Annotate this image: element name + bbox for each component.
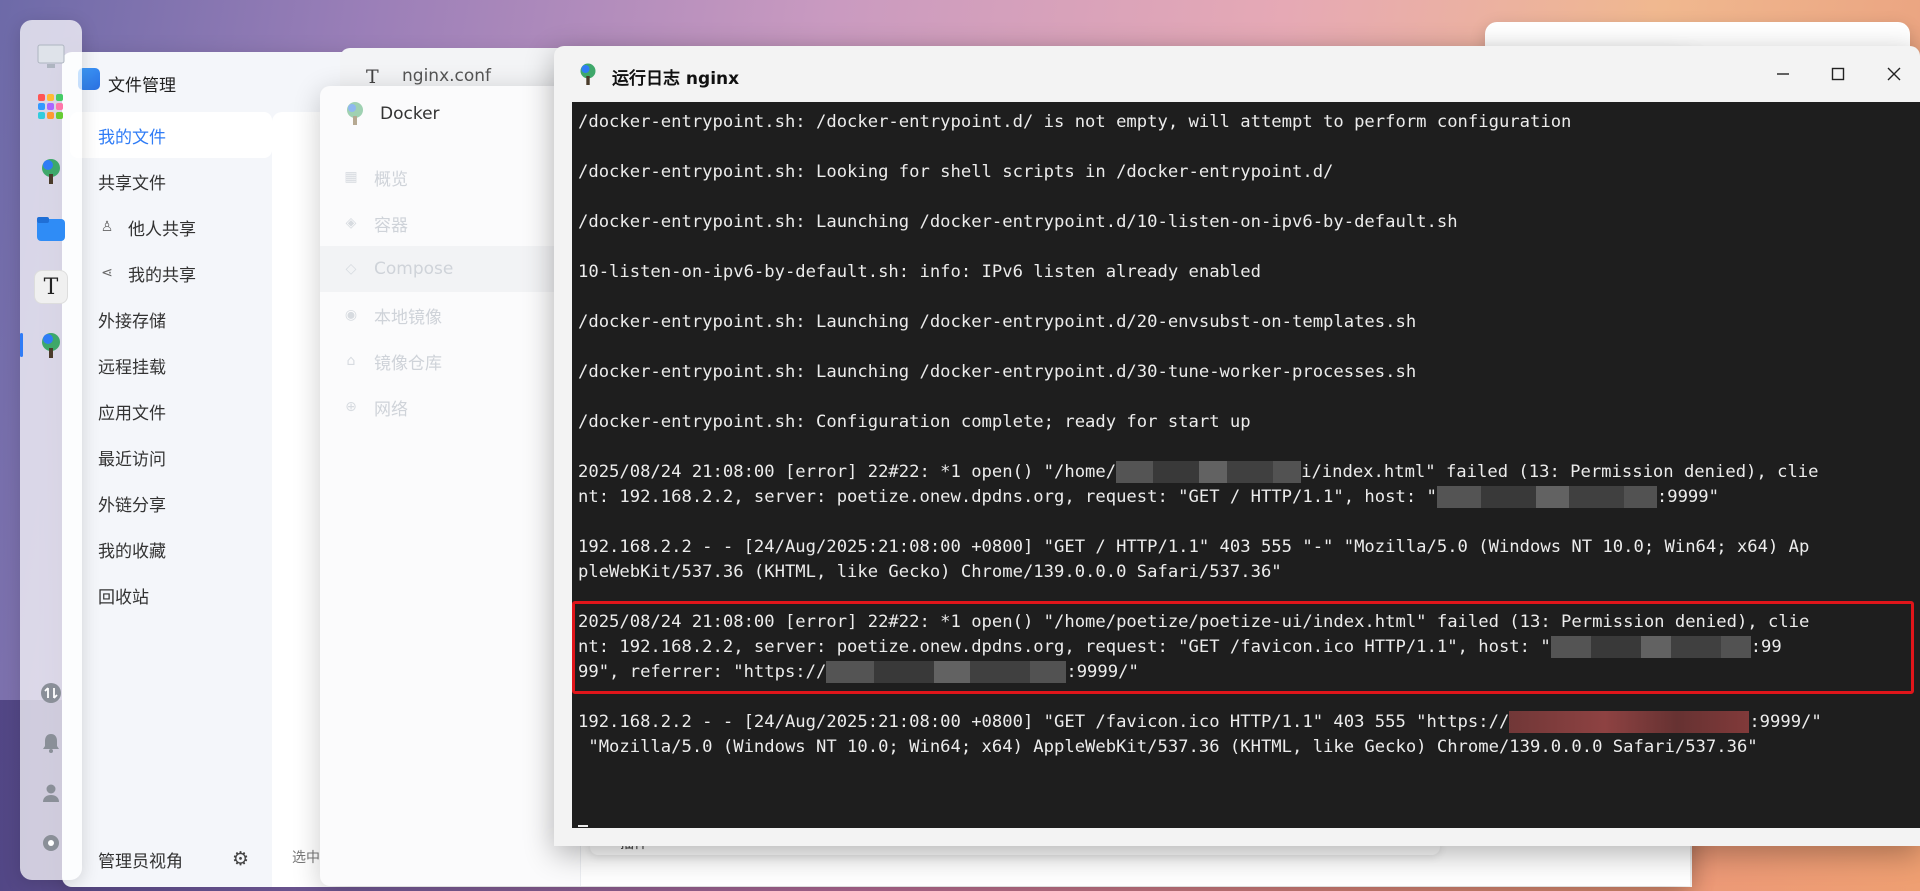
layers-icon: ◇ [345,261,357,277]
minimize-icon [1777,73,1789,75]
log-line: 10-listen-on-ipv6-by-default.sh: info: I… [578,262,1261,282]
docker-nav-overview[interactable]: ▦ 概览 [320,154,580,200]
log-line: pleWebKit/537.36 (KHTML, like Gecko) Chr… [578,562,1282,582]
log-line: 192.168.2.2 - - [24/Aug/2025:21:08:00 +0… [578,537,1810,557]
sidebar-item-my-files[interactable]: 我的文件 [70,112,272,158]
log-window-header: 运行日志 nginx [554,46,1920,102]
sidebar-item-external-storage[interactable]: 外接存储 [62,296,272,342]
globe-icon: ⊕ [345,399,357,415]
docker-window-title: Docker [380,104,440,124]
redacted-block [826,661,1067,683]
disc-icon: ◉ [344,307,358,323]
grid-icon: ▦ [344,169,358,185]
sidebar-item-shared-by-others[interactable]: ♙ 他人共享 [62,204,272,250]
docker-nav-compose[interactable]: ◇ Compose [320,246,580,292]
log-line: 99", referrer: "https://:9999/" [578,661,1139,683]
file-manager-sidebar: 我的文件 共享文件 ♙ 他人共享 ⋖ 我的共享 外接存储 远程挂载 应用文件 最近访… [62,112,272,618]
home-icon: ⌂ [346,353,356,369]
text-editor-icon[interactable]: T [34,270,68,304]
box-icon: ◈ [345,215,357,231]
selection-status: 选中 [292,850,320,866]
log-window-title: 运行日志 nginx [612,69,740,89]
log-line: 192.168.2.2 - - [24/Aug/2025:21:08:00 +0… [578,711,1822,733]
maximize-icon [1831,67,1845,81]
sidebar-item-link-shares[interactable]: 外链分享 [62,480,272,526]
sidebar-item-app-files[interactable]: 应用文件 [62,388,272,434]
log-line: /docker-entrypoint.sh: /docker-entrypoin… [578,112,1572,132]
transfer-icon[interactable] [38,680,64,706]
maximize-button[interactable] [1823,60,1853,88]
docker-running-icon[interactable] [20,328,68,362]
log-line: /docker-entrypoint.sh: Launching /docker… [578,212,1458,232]
log-line: /docker-entrypoint.sh: Configuration com… [578,412,1251,432]
settings-gear-icon[interactable] [38,830,64,856]
user-icon: ♙ [100,219,114,235]
text-editor-icon: T [366,66,379,88]
sidebar-item-shared-files[interactable]: 共享文件 [62,158,272,204]
docker-logo-icon [347,102,363,125]
desktop-icon[interactable] [34,40,68,74]
redacted-block [1116,461,1302,483]
sidebar-item-favorites[interactable]: 我的收藏 [62,526,272,572]
share-icon: ⋖ [101,265,113,281]
sidebar-item-remote-mount[interactable]: 远程挂载 [62,342,272,388]
log-line: "Mozilla/5.0 (Windows NT 10.0; Win64; x6… [578,737,1758,757]
docker-nav-local-images[interactable]: ◉ 本地镜像 [320,292,580,338]
admin-view-toggle[interactable]: 管理员视角 ⚙ [62,832,272,887]
redacted-block [1509,711,1750,733]
redacted-block [1550,636,1751,658]
docker-sidebar: ▦ 概览 ◈ 容器 ◇ Compose ◉ 本地镜像 ⌂ 镜像仓库 ⊕ 网络 [320,154,580,430]
docker-app-icon[interactable] [34,154,68,188]
log-line: /docker-entrypoint.sh: Launching /docker… [578,362,1417,382]
log-line: nt: 192.168.2.2, server: poetize.onew.dp… [578,636,1782,658]
docker-logo-icon [580,63,596,85]
sidebar-item-recent[interactable]: 最近访问 [62,434,272,480]
app-dock: T [20,20,82,880]
docker-nav-registry[interactable]: ⌂ 镜像仓库 [320,338,580,384]
terminal-output[interactable]: /docker-entrypoint.sh: /docker-entrypoin… [572,102,1920,828]
log-line: nt: 192.168.2.2, server: poetize.onew.dp… [578,486,1719,508]
docker-nav-network[interactable]: ⊕ 网络 [320,384,580,430]
sidebar-item-my-shares[interactable]: ⋖ 我的共享 [62,250,272,296]
editor-window-title: nginx.conf [402,66,492,86]
log-line: /docker-entrypoint.sh: Launching /docker… [578,312,1417,332]
close-button[interactable] [1879,60,1909,88]
file-manager-icon[interactable] [34,212,68,246]
docker-nav-containers[interactable]: ◈ 容器 [320,200,580,246]
user-icon[interactable] [38,780,64,806]
file-manager-title: 文件管理 [108,76,176,96]
log-line: 2025/08/24 21:08:00 [error] 22#22: *1 op… [578,461,1819,483]
log-window: 运行日志 nginx /docker-entrypoint.sh: /docke… [554,46,1920,846]
close-icon [1887,67,1901,81]
gear-icon[interactable]: ⚙ [232,848,249,870]
app-center-icon[interactable] [34,90,68,124]
sidebar-item-recycle-bin[interactable]: 回收站 [62,572,272,618]
log-line: 2025/08/24 21:08:00 [error] 22#22: *1 op… [578,612,1810,632]
terminal-cursor [578,810,1920,828]
bell-icon[interactable] [38,730,64,756]
log-line: /docker-entrypoint.sh: Looking for shell… [578,162,1334,182]
minimize-button[interactable] [1768,60,1798,88]
redacted-block [1436,486,1657,508]
